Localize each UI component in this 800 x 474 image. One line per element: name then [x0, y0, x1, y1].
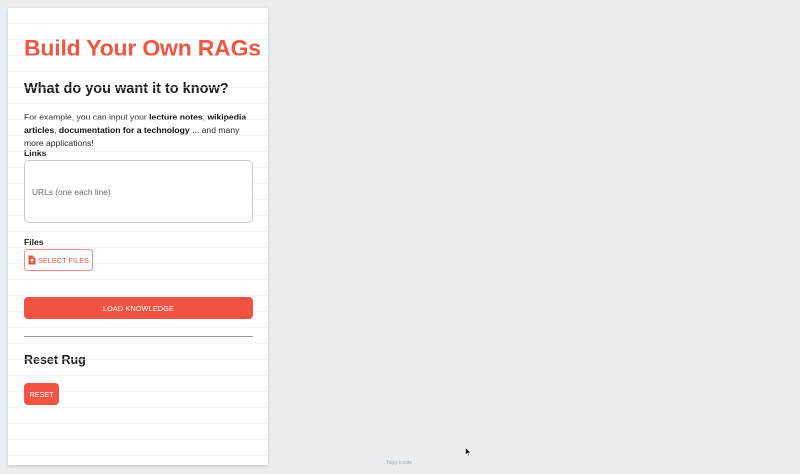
- reset-heading: Reset Rug: [24, 353, 86, 367]
- description-bold-documentation: documentation for a technology: [58, 125, 190, 135]
- section-subtitle: What do you want it to know?: [24, 81, 229, 97]
- section-divider: [24, 336, 253, 337]
- load-knowledge-label: LOAD KNOWLEDGE: [102, 303, 175, 313]
- reset-button-label: RESET: [29, 389, 54, 399]
- description-part-1: For example, you can input your: [24, 112, 150, 122]
- links-label: Links: [24, 148, 47, 158]
- select-files-label: SELECT FILES: [38, 255, 89, 265]
- links-textarea[interactable]: URLs (one each line): [24, 160, 253, 223]
- file-upload-icon: [28, 255, 36, 265]
- select-files-button[interactable]: SELECT FILES: [24, 249, 93, 271]
- description-text: For example, you can input your lecture …: [24, 111, 256, 150]
- app-title: Build Your Own RAGs: [24, 35, 261, 61]
- reset-button[interactable]: RESET: [24, 383, 59, 405]
- links-placeholder: URLs (one each line): [32, 187, 111, 197]
- load-knowledge-button[interactable]: LOAD KNOWLEDGE: [24, 297, 253, 319]
- files-label: Files: [24, 237, 44, 247]
- description-bold-lecture-notes: lecture notes: [149, 112, 203, 122]
- sidebar-panel: Build Your Own RAGs What do you want it …: [8, 8, 268, 465]
- mouse-cursor-icon: [465, 447, 472, 457]
- app-page: Build Your Own RAGs What do you want it …: [0, 0, 800, 474]
- footer-text: Taipy inside: [386, 460, 413, 466]
